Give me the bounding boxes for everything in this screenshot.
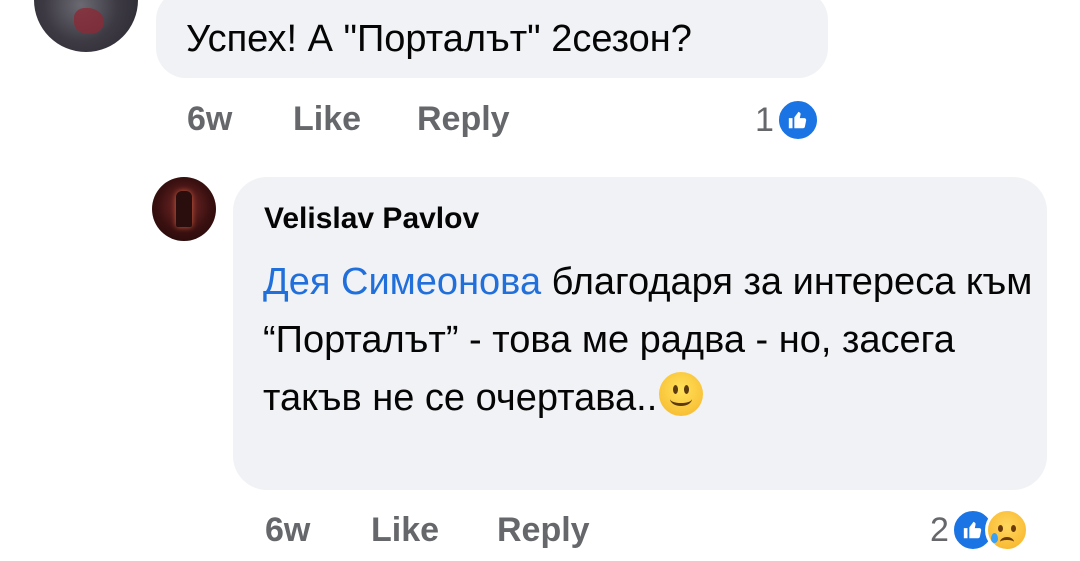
reply-bubble: Velislav Pavlov Дея Симеонова благодаря … [233, 177, 1047, 490]
reply-button[interactable]: Reply [497, 511, 590, 550]
commenter-avatar[interactable] [34, 0, 138, 52]
like-button[interactable]: Like [293, 100, 417, 139]
mention-link[interactable]: Дея Симеонова [263, 261, 541, 303]
comment-actions: 6w Like Reply [187, 100, 510, 139]
reply-text: Дея Симеонова благодаря за интереса към … [263, 253, 1033, 427]
comment-text: Успех! А "Порталът" 2сезон? [186, 18, 692, 60]
reply-author-name[interactable]: Velislav Pavlov [264, 202, 479, 236]
comments-thread: Успех! А "Порталът" 2сезон? 6w Like Repl… [0, 0, 1080, 561]
comment-timestamp[interactable]: 6w [187, 100, 293, 139]
sad-icon [984, 508, 1029, 552]
reply-author-avatar[interactable] [152, 177, 216, 241]
like-icon [775, 98, 820, 142]
reaction-count: 1 [755, 100, 774, 139]
smiling-face-icon [659, 372, 704, 416]
like-button[interactable]: Like [371, 511, 497, 550]
reaction-summary[interactable]: 2 [930, 508, 1029, 552]
reaction-count: 2 [930, 510, 949, 549]
reaction-summary[interactable]: 1 [755, 98, 820, 142]
reply-actions: 6w Like Reply [265, 511, 590, 550]
reply-button[interactable]: Reply [417, 100, 510, 139]
reply-timestamp[interactable]: 6w [265, 511, 371, 550]
comment-bubble: Успех! А "Порталът" 2сезон? [156, 0, 828, 78]
